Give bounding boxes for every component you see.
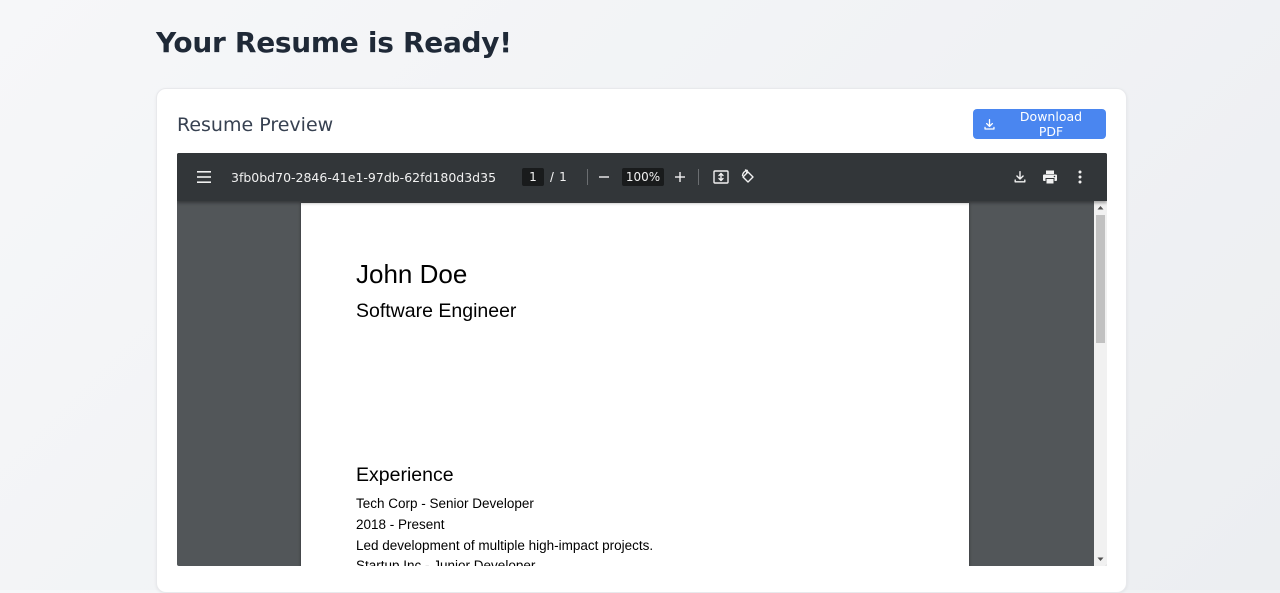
pdf-toolbar: 3fb0bd70-2846-41e1-97db-62fd180d3d35 1 /… (177, 153, 1107, 201)
more-vert-icon[interactable] (1070, 167, 1090, 187)
page-separator: / (550, 169, 554, 185)
zoom-level-input[interactable]: 100% (622, 168, 664, 186)
zoom-in-icon[interactable] (670, 167, 690, 187)
download-pdf-label: Download PDF (1019, 109, 1083, 139)
resume-role: Software Engineer (356, 300, 517, 322)
resume-line: 2018 - Present (356, 517, 445, 532)
pdf-page: John Doe Software Engineer Experience Te… (301, 203, 969, 566)
toolbar-download-icon[interactable] (1010, 167, 1030, 187)
page-title: Your Resume is Ready! (156, 26, 512, 59)
pdf-scrollbar[interactable] (1094, 201, 1107, 566)
scroll-down-arrow[interactable] (1094, 553, 1107, 566)
page-total: 1 (559, 170, 567, 184)
rotate-icon[interactable] (738, 167, 758, 187)
scroll-up-arrow[interactable] (1094, 201, 1107, 214)
fit-page-icon[interactable] (711, 167, 731, 187)
toolbar-divider (587, 169, 588, 185)
resume-line: Led development of multiple high-impact … (356, 538, 654, 553)
menu-icon[interactable] (194, 167, 214, 187)
toolbar-divider (698, 169, 699, 185)
resume-line: Tech Corp - Senior Developer (356, 496, 534, 511)
download-pdf-button[interactable]: Download PDF (973, 109, 1106, 139)
pdf-viewer: 3fb0bd70-2846-41e1-97db-62fd180d3d35 1 /… (177, 153, 1107, 566)
resume-preview-card: Resume Preview Download PDF 3fb0bd70-284… (156, 88, 1127, 593)
resume-name: John Doe (356, 259, 468, 289)
resume-line: Startup Inc - Junior Developer (356, 558, 536, 566)
page-number-input[interactable]: 1 (522, 168, 544, 186)
download-icon (983, 118, 996, 131)
card-title: Resume Preview (177, 114, 334, 136)
document-title: 3fb0bd70-2846-41e1-97db-62fd180d3d35 (231, 169, 497, 185)
print-icon[interactable] (1040, 167, 1060, 187)
experience-heading: Experience (356, 464, 454, 486)
zoom-out-icon[interactable] (594, 167, 614, 187)
scrollbar-thumb[interactable] (1096, 215, 1105, 343)
